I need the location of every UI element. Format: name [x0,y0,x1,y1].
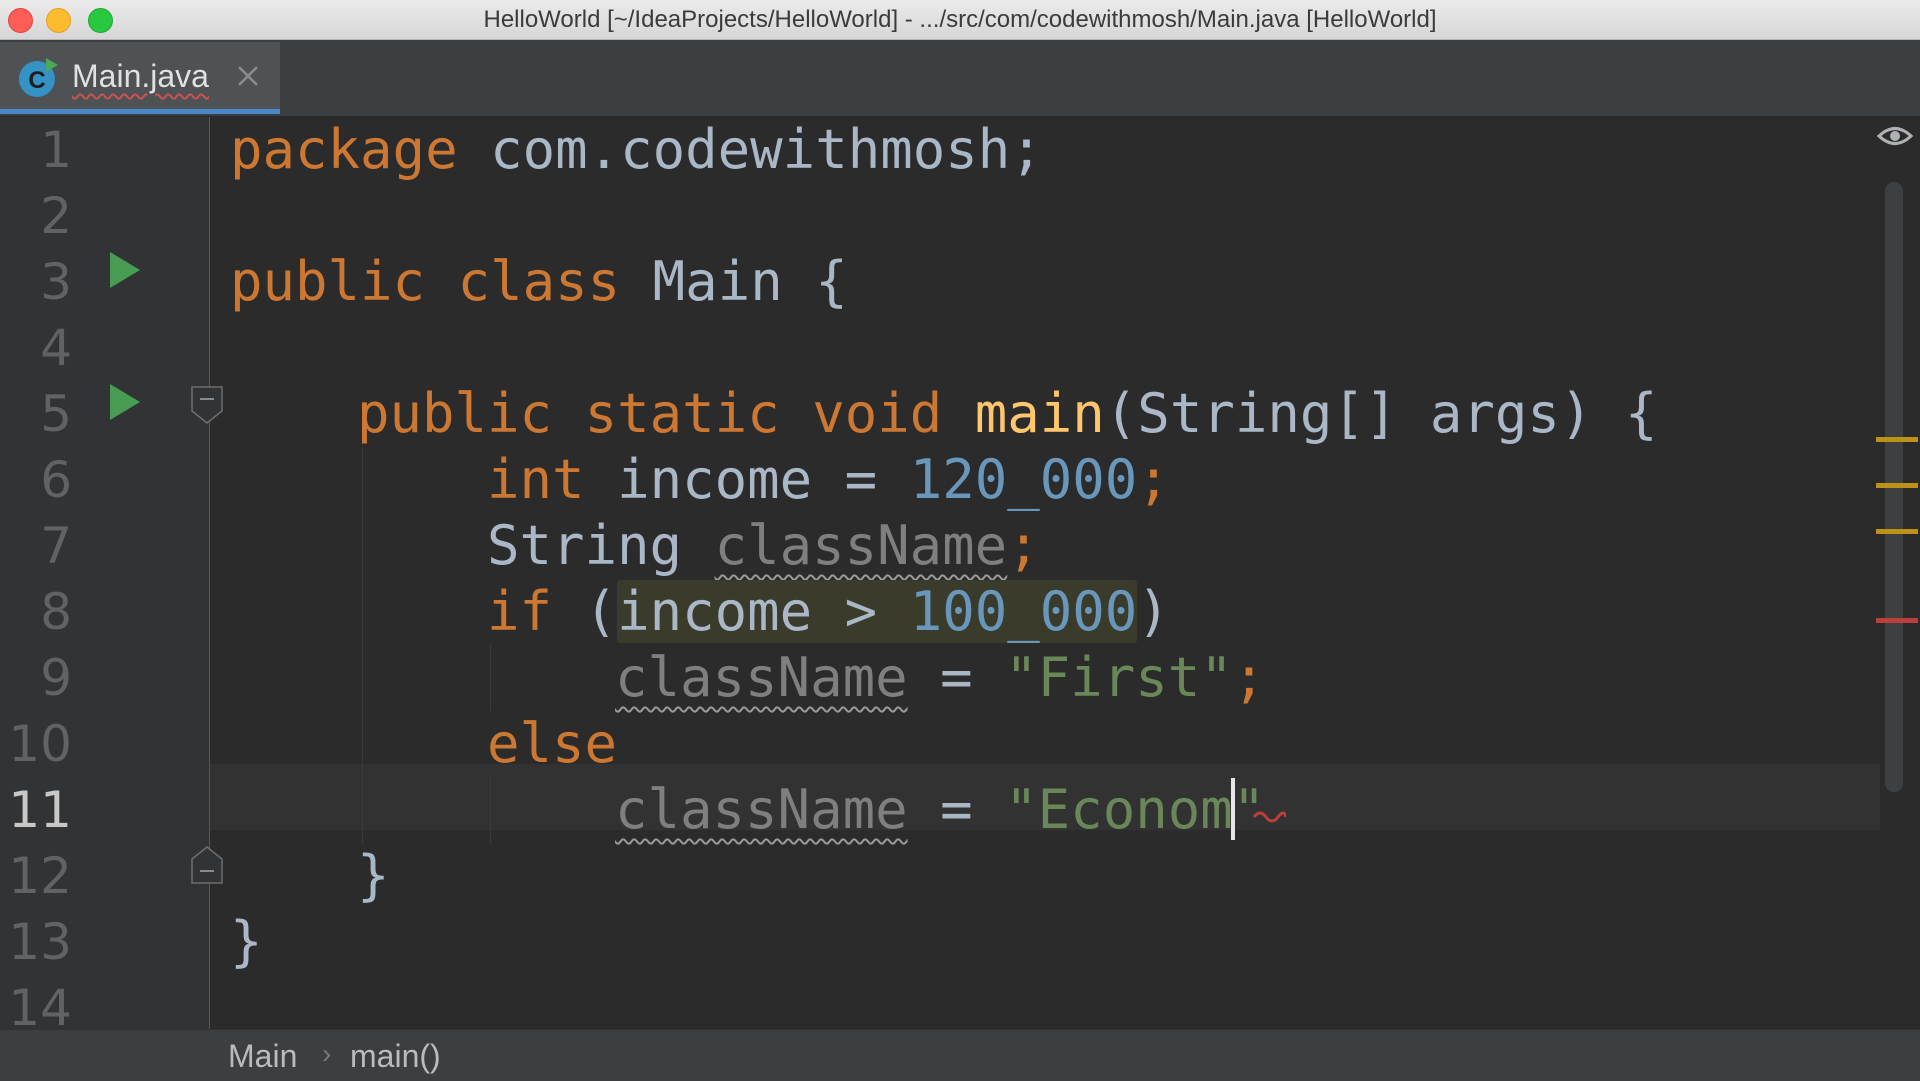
line-number: 2 [40,187,72,245]
indent-guide [362,447,363,843]
warning-marker[interactable] [1876,483,1918,488]
operator: > [844,580,878,643]
semicolon: ; [1232,646,1266,709]
number-literal: 120_000 [909,448,1138,511]
semicolon: ; [1007,514,1040,577]
line-number: 10 [8,715,72,773]
breadcrumb: Main › main() [0,1029,1920,1081]
eye-icon[interactable] [1876,117,1914,155]
line-number: 5 [40,385,72,443]
code-line-8: if (income > 100_000) [487,579,1170,645]
window-title: HelloWorld [~/IdeaProjects/HelloWorld] -… [483,6,1437,33]
string-literal: "Econom [1005,778,1233,841]
breadcrumb-item-method[interactable]: main() [350,1038,441,1075]
code-line-7: String className; [487,513,1040,579]
title-bar: HelloWorld [~/IdeaProjects/HelloWorld] -… [0,0,1920,40]
unused-variable: className [615,778,908,841]
operator: = [940,646,973,709]
java-class-icon: C [19,58,58,97]
line-number: 1 [40,121,72,179]
brace: } [357,844,390,907]
number-literal: 100_000 [909,580,1138,643]
tab-main-java[interactable]: C Main.java [0,42,280,114]
brace: } [230,910,263,973]
line-number-current: 11 [8,781,72,839]
keyword: int [487,448,585,511]
variable: income [617,448,813,511]
line-number: 6 [40,451,72,509]
keyword: public [357,382,553,445]
keyword: class [457,250,621,313]
code-line-3: public class Main { [230,249,848,315]
operator: = [940,778,973,841]
code-line-10: else [487,711,617,777]
keyword: else [487,712,618,775]
brace: { [815,250,848,313]
code-line-1: package com.codewithmosh; [230,117,1043,183]
keyword: package [230,118,458,181]
line-number: 8 [40,583,72,641]
line-number: 3 [40,253,72,311]
keyword: public [230,250,426,313]
indent-guide [490,777,491,843]
fold-collapse-icon[interactable] [190,385,224,425]
line-number: 9 [40,649,72,707]
operator: = [844,448,878,511]
line-number: 13 [8,913,72,971]
code-line-6: int income = 120_000; [487,447,1170,513]
paren: ) [1137,580,1170,643]
class-name: Main [652,250,783,313]
method-name: main [974,382,1105,445]
line-number: 7 [40,517,72,575]
package-name: com.codewithmosh; [457,118,1043,181]
code-line-12: } [357,843,390,909]
params: (String[] args) [1104,382,1593,445]
brace: { [1624,382,1658,445]
paren: ( [584,580,618,643]
string-literal: "First" [1005,646,1233,709]
code-line-13: } [230,909,263,975]
line-number: 14 [8,979,72,1029]
breadcrumb-separator: › [322,1038,332,1069]
variable: income [617,580,813,643]
keyword: void [812,382,943,445]
error-marker[interactable] [1876,618,1918,623]
condition-highlight: income > 100_000 [617,580,1138,643]
error-squiggle [1252,811,1286,823]
indent-guide [490,645,491,711]
run-main-icon[interactable] [108,382,142,422]
line-number: 4 [40,319,72,377]
fold-end-icon[interactable] [190,845,224,885]
warning-marker[interactable] [1876,529,1918,534]
unused-variable: className [714,514,1008,577]
keyword: static [584,382,780,445]
type-name: String [487,514,683,577]
code-line-9: className = "First"; [615,645,1265,711]
svg-text:C: C [28,67,45,94]
editor-tab-bar: C Main.java [0,40,1920,117]
close-icon[interactable] [236,64,260,88]
keyword: if [487,580,553,643]
tab-label: Main.java [72,58,209,94]
run-class-icon[interactable] [108,250,142,290]
code-line-11: className = "Econom" [615,777,1265,843]
code-line-5: public static void main(String[] args) { [357,381,1658,447]
line-gutter: 1 2 3 4 5 6 7 8 9 10 11 12 13 14 [0,117,223,1029]
semicolon: ; [1137,448,1170,511]
warning-marker[interactable] [1876,437,1918,442]
breadcrumb-item-main[interactable]: Main [228,1038,297,1075]
unused-variable: className [615,646,908,709]
code-editor[interactable]: 1 2 3 4 5 6 7 8 9 10 11 12 13 14 package… [0,117,1920,1029]
line-number: 12 [8,847,72,905]
